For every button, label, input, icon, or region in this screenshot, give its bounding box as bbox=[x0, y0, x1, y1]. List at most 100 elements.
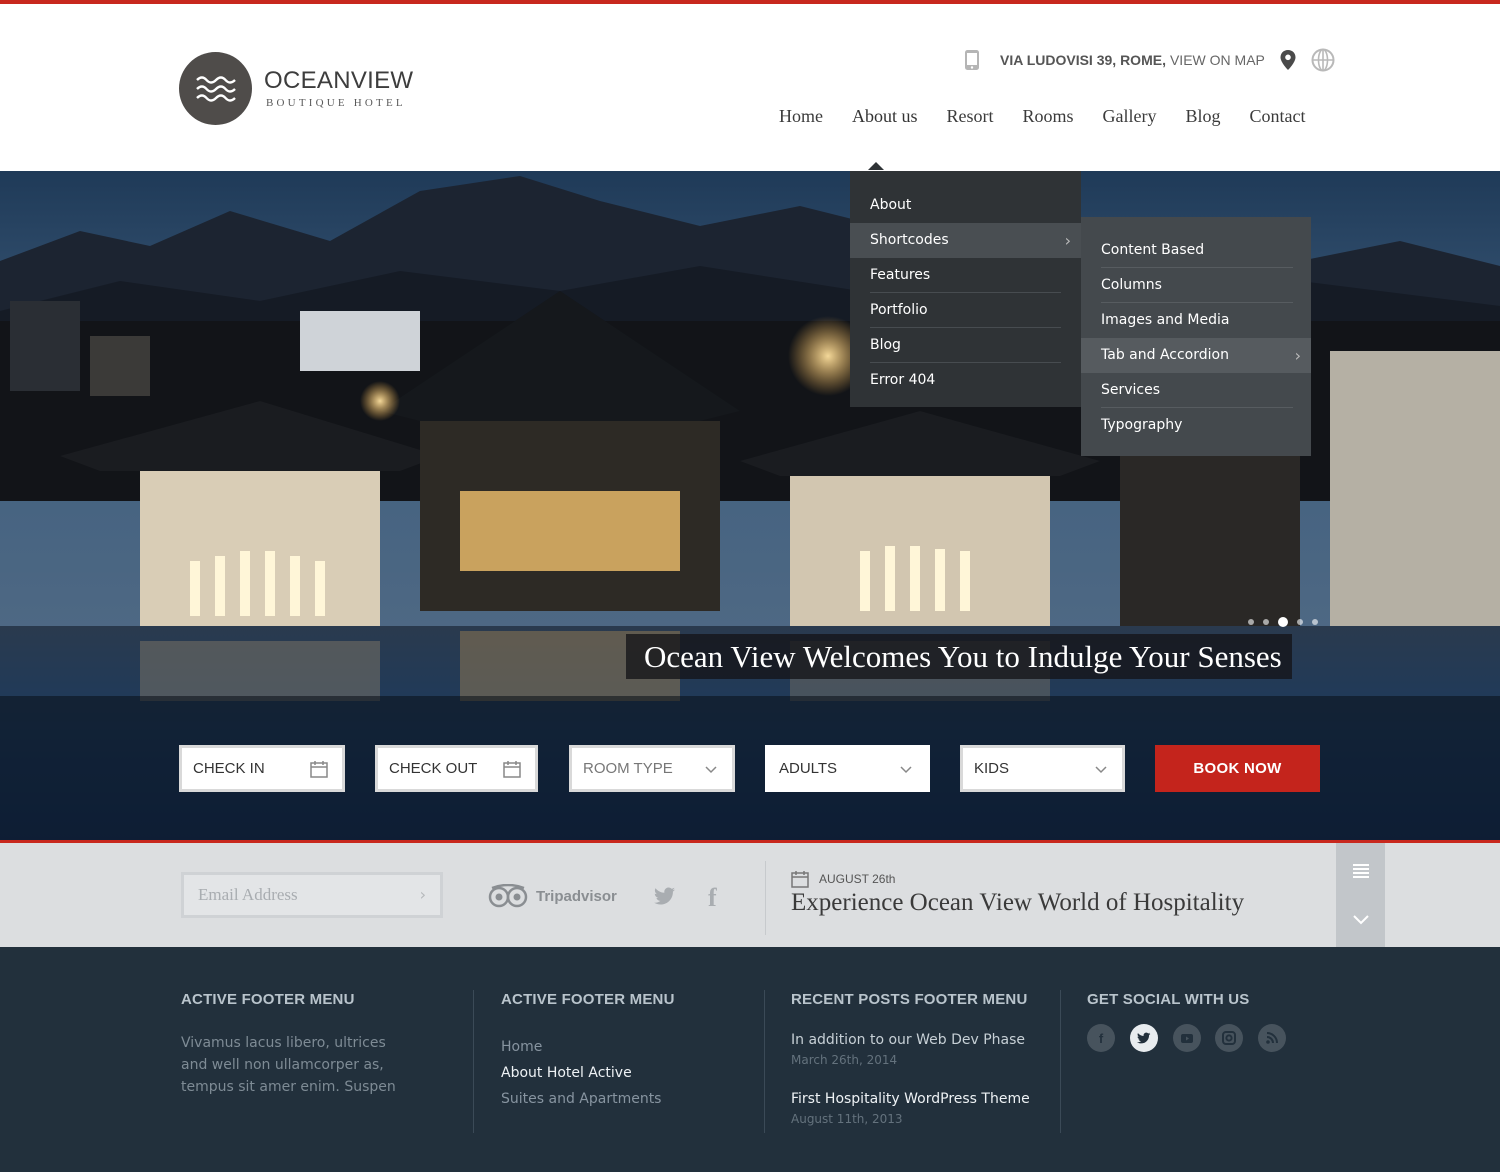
menu-item-error-404[interactable]: Error 404 bbox=[850, 363, 1081, 398]
menu-item-label: Typography bbox=[1101, 417, 1183, 433]
slider-dot-active[interactable] bbox=[1278, 617, 1288, 627]
facebook-icon[interactable]: f bbox=[708, 883, 717, 913]
nav-rooms[interactable]: Rooms bbox=[1008, 106, 1088, 127]
calendar-icon bbox=[791, 871, 809, 888]
slider-dot[interactable] bbox=[1297, 619, 1303, 625]
brand-name[interactable]: OCEANVIEW bbox=[264, 67, 413, 95]
map-pin-icon[interactable] bbox=[1279, 49, 1297, 71]
side-toggle-panel[interactable] bbox=[1336, 843, 1385, 947]
nav-gallery[interactable]: Gallery bbox=[1088, 106, 1171, 127]
site-footer: ACTIVE FOOTER MENU Vivamus lacus libero,… bbox=[0, 947, 1500, 1172]
submit-arrow-icon[interactable]: › bbox=[420, 875, 426, 915]
footer-link-about-hotel[interactable]: About Hotel Active bbox=[501, 1065, 632, 1081]
check-in-label: CHECK IN bbox=[193, 760, 265, 777]
hero-caption: Ocean View Welcomes You to Indulge Your … bbox=[626, 634, 1292, 679]
submenu-item-tab-and-accordion[interactable]: Tab and Accordion › bbox=[1081, 338, 1311, 373]
nav-blog[interactable]: Blog bbox=[1171, 106, 1235, 127]
chevron-down-icon bbox=[705, 766, 717, 774]
menu-item-features[interactable]: Features bbox=[850, 258, 1081, 293]
view-on-map-link[interactable]: VIEW ON MAP bbox=[1170, 52, 1265, 68]
twitter-icon[interactable] bbox=[654, 887, 676, 905]
menu-item-label: Images and Media bbox=[1101, 312, 1230, 328]
adults-label: ADULTS bbox=[779, 760, 838, 777]
rss-glyph-icon bbox=[1266, 1032, 1278, 1044]
submenu-item-images-and-media[interactable]: Images and Media bbox=[1081, 303, 1311, 338]
menu-item-label: Blog bbox=[870, 337, 901, 353]
logo-mark[interactable] bbox=[179, 52, 252, 125]
nav-resort[interactable]: Resort bbox=[932, 106, 1008, 127]
footer-heading: ACTIVE FOOTER MENU bbox=[501, 991, 675, 1008]
menu-item-blog[interactable]: Blog bbox=[850, 328, 1081, 363]
submenu-item-columns[interactable]: Columns bbox=[1081, 268, 1311, 303]
contact-bar: VIA LUDOVISI 39, ROME, VIEW ON MAP bbox=[964, 48, 1335, 72]
kids-label: KIDS bbox=[974, 760, 1010, 777]
slider-dot[interactable] bbox=[1248, 619, 1254, 625]
menu-item-label: About bbox=[870, 197, 912, 213]
tripadvisor-link[interactable]: Tripadvisor bbox=[488, 884, 617, 908]
dropdown-caret bbox=[868, 162, 884, 170]
instagram-icon[interactable] bbox=[1215, 1024, 1243, 1052]
main-nav: Home About us Resort Rooms Gallery Blog … bbox=[764, 106, 1320, 127]
twitter-icon[interactable] bbox=[1130, 1024, 1158, 1052]
youtube-icon[interactable] bbox=[1173, 1024, 1201, 1052]
recent-post-title[interactable]: In addition to our Web Dev Phase bbox=[791, 1032, 1025, 1048]
room-type-select[interactable]: ROOM TYPE bbox=[569, 745, 735, 792]
submenu-item-services[interactable]: Services bbox=[1081, 373, 1311, 408]
check-out-label: CHECK OUT bbox=[389, 760, 478, 777]
check-out-field[interactable]: CHECK OUT bbox=[375, 745, 538, 792]
shortcodes-submenu: Content Based Columns Images and Media T… bbox=[1081, 217, 1311, 456]
nav-home[interactable]: Home bbox=[764, 106, 837, 127]
nav-contact[interactable]: Contact bbox=[1235, 106, 1320, 127]
list-menu-icon[interactable] bbox=[1353, 864, 1369, 878]
submenu-item-typography[interactable]: Typography bbox=[1081, 408, 1311, 443]
site-header: OCEANVIEW BOUTIQUE HOTEL VIA LUDOVISI 39… bbox=[0, 4, 1500, 171]
slider-dot[interactable] bbox=[1263, 619, 1269, 625]
adults-select[interactable]: ADULTS bbox=[765, 745, 930, 792]
slider-dots bbox=[1248, 617, 1327, 627]
chevron-down-icon[interactable] bbox=[1352, 914, 1370, 926]
menu-item-portfolio[interactable]: Portfolio bbox=[850, 293, 1081, 328]
kids-select[interactable]: KIDS bbox=[960, 745, 1125, 792]
tripadvisor-label: Tripadvisor bbox=[536, 887, 617, 905]
news-date: AUGUST 26th bbox=[791, 870, 895, 888]
footer-heading: ACTIVE FOOTER MENU bbox=[181, 991, 355, 1008]
menu-item-shortcodes[interactable]: Shortcodes › bbox=[850, 223, 1081, 258]
menu-item-label: Portfolio bbox=[870, 302, 928, 318]
facebook-icon[interactable]: f bbox=[1087, 1024, 1115, 1052]
instagram-glyph-icon bbox=[1222, 1031, 1236, 1045]
menu-item-label: Shortcodes bbox=[870, 232, 949, 248]
menu-item-about[interactable]: About bbox=[850, 188, 1081, 223]
book-now-button[interactable]: BOOK NOW bbox=[1155, 745, 1320, 792]
chevron-down-icon bbox=[900, 766, 912, 774]
chevron-right-icon: › bbox=[1064, 231, 1071, 250]
news-title[interactable]: Experience Ocean View World of Hospitali… bbox=[791, 889, 1244, 917]
twitter-glyph-icon bbox=[1137, 1032, 1151, 1044]
footer-divider bbox=[1060, 990, 1061, 1133]
nav-about-us[interactable]: About us bbox=[837, 106, 932, 127]
submenu-item-content-based[interactable]: Content Based bbox=[1081, 233, 1311, 268]
menu-item-label: Error 404 bbox=[870, 372, 936, 388]
rss-icon[interactable] bbox=[1258, 1024, 1286, 1052]
footer-text-line: Vivamus lacus libero, ultrices bbox=[181, 1035, 386, 1051]
menu-item-label: Content Based bbox=[1101, 242, 1205, 258]
recent-post-date: March 26th, 2014 bbox=[791, 1053, 898, 1067]
recent-post-title[interactable]: First Hospitality WordPress Theme bbox=[791, 1091, 1030, 1107]
footer-divider bbox=[473, 990, 474, 1133]
address-text: VIA LUDOVISI 39, ROME, bbox=[1000, 52, 1166, 68]
footer-text-line: and well non ullamcorper as, bbox=[181, 1057, 384, 1073]
menu-item-label: Tab and Accordion bbox=[1101, 347, 1229, 363]
chevron-right-icon: › bbox=[1294, 346, 1301, 365]
email-subscribe-field[interactable]: Email Address › bbox=[181, 872, 443, 918]
check-in-field[interactable]: CHECK IN bbox=[179, 745, 345, 792]
tripadvisor-owl-icon bbox=[488, 884, 528, 908]
room-type-label: ROOM TYPE bbox=[583, 760, 673, 777]
brand-tagline: BOUTIQUE HOTEL bbox=[266, 97, 406, 109]
menu-item-label: Features bbox=[870, 267, 931, 283]
chevron-down-icon bbox=[1095, 766, 1107, 774]
footer-link-home[interactable]: Home bbox=[501, 1039, 542, 1055]
footer-link-suites[interactable]: Suites and Apartments bbox=[501, 1091, 661, 1107]
about-us-dropdown: About Shortcodes › Features Portfolio Blo… bbox=[850, 171, 1081, 407]
footer-text-line: tempus sit amer enim. Suspen bbox=[181, 1079, 396, 1095]
globe-icon[interactable] bbox=[1311, 48, 1335, 72]
slider-dot[interactable] bbox=[1312, 619, 1318, 625]
